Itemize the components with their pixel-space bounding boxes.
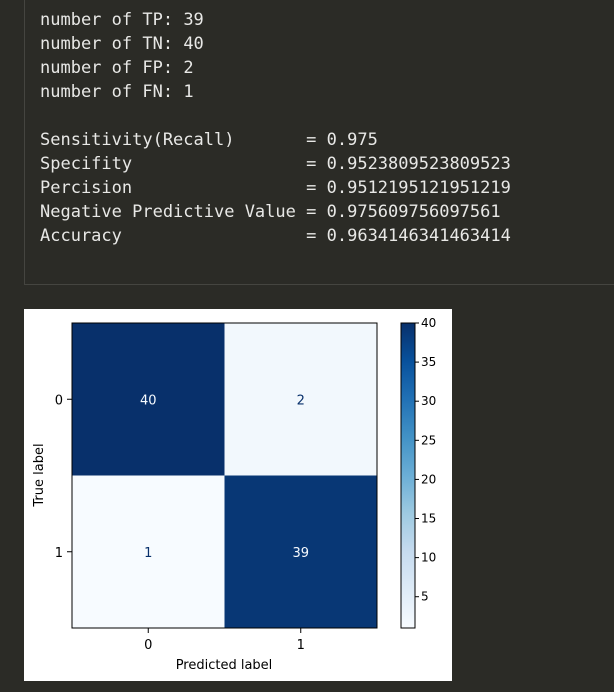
colorbar-tick-label: 40 bbox=[421, 316, 436, 330]
metric-line: Specifity = 0.9523809523809523 bbox=[40, 152, 511, 176]
metric-line: Negative Predictive Value = 0.9756097560… bbox=[40, 200, 511, 224]
metric-value: 0.9523809523809523 bbox=[326, 154, 511, 174]
count-line: number of TN: 40 bbox=[40, 32, 511, 56]
metric-line: Accuracy = 0.9634146341463414 bbox=[40, 224, 511, 248]
y-axis-label: True label bbox=[32, 443, 47, 507]
equals-sign: = bbox=[306, 178, 317, 198]
count-line: number of TP: 39 bbox=[40, 8, 511, 32]
count-label: number of FN: bbox=[40, 82, 174, 102]
metric-line: Percision = 0.9512195121951219 bbox=[40, 176, 511, 200]
count-label: number of TN: bbox=[40, 34, 174, 54]
colorbar-tick-label: 10 bbox=[421, 551, 436, 565]
metric-label: Sensitivity(Recall) bbox=[40, 130, 235, 150]
metric-label: Percision bbox=[40, 178, 133, 198]
metric-value: 0.9634146341463414 bbox=[326, 226, 511, 246]
count-label: number of TP: bbox=[40, 10, 174, 30]
colorbar bbox=[400, 322, 416, 629]
colorbar-tick-label: 25 bbox=[421, 433, 436, 447]
colorbar-tick-label: 30 bbox=[421, 394, 436, 408]
equals-sign: = bbox=[306, 226, 317, 246]
output-cell: number of TP: 39 number of TN: 40 number o… bbox=[24, 0, 614, 285]
cell-value-label: 2 bbox=[297, 393, 305, 408]
x-axis-ticks: 01 bbox=[144, 628, 305, 653]
y-tick-label: 1 bbox=[55, 546, 63, 561]
colorbar-tick-label: 15 bbox=[421, 512, 436, 526]
y-tick-label: 0 bbox=[55, 393, 63, 408]
count-value: 40 bbox=[183, 34, 204, 54]
metric-value: 0.975609756097561 bbox=[326, 202, 501, 222]
equals-sign: = bbox=[306, 130, 317, 150]
cell-value-label: 1 bbox=[144, 546, 152, 561]
confusion-matrix-chart: 40 21 39 01 01 Predicted label True label … bbox=[32, 316, 436, 673]
count-value: 2 bbox=[183, 58, 194, 78]
colorbar-tick-label: 35 bbox=[421, 355, 436, 369]
equals-sign: = bbox=[306, 154, 317, 174]
y-axis-ticks: 01 bbox=[55, 393, 72, 561]
confusion-matrix-figure: 40 2 1 39 01 01 Predicted label True label … bbox=[24, 309, 452, 681]
count-line: number of FN: 1 bbox=[40, 80, 511, 104]
metric-label: Negative Predictive Value bbox=[40, 202, 296, 222]
metric-line: Sensitivity(Recall) = 0.975 bbox=[40, 128, 511, 152]
colorbar-ticks: 5 10 15 20 25 30 35 40 bbox=[415, 316, 436, 604]
metric-label: Accuracy bbox=[40, 226, 122, 246]
colorbar-tick-label: 20 bbox=[421, 472, 436, 486]
count-value: 1 bbox=[183, 82, 194, 102]
colorbar-tick-label: 5 bbox=[421, 590, 429, 604]
cell-value-label: 39 bbox=[292, 546, 309, 561]
metric-label: Specifity bbox=[40, 154, 133, 174]
console-output: number of TP: 39 number of TN: 40 number o… bbox=[40, 8, 511, 248]
metric-value: 0.9512195121951219 bbox=[326, 178, 511, 198]
equals-sign: = bbox=[306, 202, 317, 222]
x-tick-label: 1 bbox=[297, 638, 305, 653]
x-axis-label: Predicted label bbox=[176, 658, 273, 673]
count-label: number of FP: bbox=[40, 58, 174, 78]
count-line: number of FP: 2 bbox=[40, 56, 511, 80]
count-value: 39 bbox=[183, 10, 204, 30]
metric-value: 0.975 bbox=[326, 130, 378, 150]
x-tick-label: 0 bbox=[144, 638, 152, 653]
cell-value-label: 40 bbox=[140, 393, 157, 408]
heatmap-cells bbox=[72, 323, 377, 628]
